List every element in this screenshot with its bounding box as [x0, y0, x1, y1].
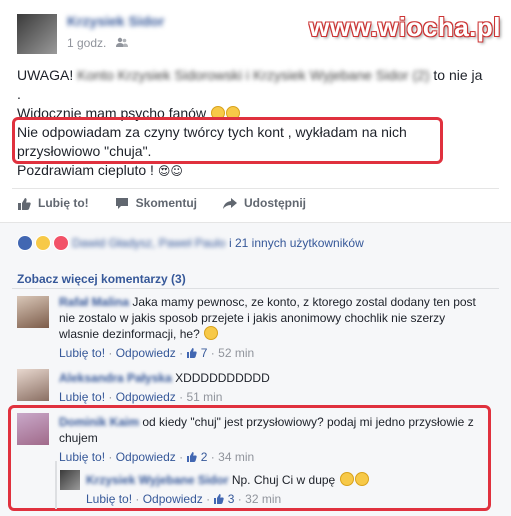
share-button-label: Udostępnij: [244, 196, 306, 210]
comment-avatar[interactable]: [17, 369, 49, 401]
reactor-names[interactable]: Dawid Gładysz, Paweł Paulo: [72, 236, 225, 250]
comment-like-count[interactable]: 2: [201, 450, 208, 464]
comment-body: Dominik Kaim od kiedy "chuj" jest przysł…: [59, 414, 479, 446]
like-reaction-icon: [17, 235, 33, 251]
comment-reply-link[interactable]: Odpowiedz: [116, 390, 176, 404]
thinking-emoji-icon: [204, 326, 219, 340]
comment-meta: Lubię to! · Odpowiedz · 7 · 52 min: [59, 346, 255, 360]
friends-privacy-icon[interactable]: [116, 37, 128, 48]
commenter-name[interactable]: Rafał Malina: [59, 295, 129, 309]
view-more-comments-link[interactable]: Zobacz więcej komentarzy (3): [17, 272, 186, 286]
share-arrow-icon: [223, 197, 237, 209]
share-button[interactable]: Udostępnij: [223, 196, 306, 210]
post-line-1-end: to nie ja: [433, 67, 483, 83]
reactions-summary[interactable]: Dawid Gładysz, Paweł Paulo i 21 innych u…: [0, 222, 511, 260]
comment-text: XDDDDDDDDDD: [175, 371, 270, 385]
comment-reply-link[interactable]: Odpowiedz: [116, 346, 176, 360]
comment-bubble-icon: [115, 197, 128, 209]
comment-time[interactable]: 34 min: [218, 450, 254, 464]
facebook-post-card: Krzysiek Sidor 1 godz. www.wiocha.pl UWA…: [0, 0, 511, 516]
comment-time[interactable]: 52 min: [218, 346, 254, 360]
replier-name[interactable]: Krzysiek Wyjebane Sidor: [86, 473, 229, 487]
comment-avatar[interactable]: [17, 413, 49, 445]
comment-like-link[interactable]: Lubię to!: [59, 346, 105, 360]
reply-thread-line: [55, 461, 57, 509]
reactor-others-link[interactable]: i 21 innych użytkowników: [229, 236, 364, 250]
reply-text: Np. Chuj Ci w dupę: [231, 473, 336, 487]
like-count-icon: [187, 452, 198, 462]
reply-like-link[interactable]: Lubię to!: [86, 492, 132, 506]
post-actions: Lubię to! Skomentuj Udostępnij: [17, 196, 332, 210]
comment-button-label: Skomentuj: [135, 196, 197, 210]
reply-meta: Lubię to! · Odpowiedz · 3 · 32 min: [86, 492, 282, 506]
haha-reaction-icon: [35, 235, 51, 251]
like-button[interactable]: Lubię to!: [17, 196, 89, 210]
divider: [12, 288, 499, 289]
commenter-name[interactable]: Aleksandra Pałyska: [59, 371, 172, 385]
comment-like-link[interactable]: Lubię to!: [59, 390, 105, 404]
wink-emoji-icon: [354, 472, 369, 486]
comment-like-count[interactable]: 7: [201, 346, 208, 360]
post-line-1-start: UWAGA!: [17, 67, 74, 83]
comment-time[interactable]: 51 min: [186, 390, 222, 404]
post-timestamp[interactable]: 1 godz.: [67, 36, 106, 50]
comment-button[interactable]: Skomentuj: [115, 196, 197, 210]
post-line-2: .: [17, 86, 21, 102]
comment-body: Aleksandra Pałyska XDDDDDDDDDD: [59, 370, 479, 386]
comment-reply-link[interactable]: Odpowiedz: [116, 450, 176, 464]
grinning-sweat-emoji-icon: [339, 472, 354, 486]
reply-like-count[interactable]: 3: [228, 492, 235, 506]
reply-time[interactable]: 32 min: [245, 492, 281, 506]
comment-meta: Lubię to! · Odpowiedz · 51 min: [59, 390, 223, 404]
comment-meta: Lubię to! · Odpowiedz · 2 · 34 min: [59, 450, 255, 464]
comment-body: Rafał Malina Jaka mamy pewnosc, ze konto…: [59, 294, 479, 342]
reply-avatar[interactable]: [60, 470, 80, 490]
watermark-logo: www.wiocha.pl: [309, 12, 501, 42]
divider: [12, 188, 499, 189]
thumbs-up-icon: [18, 197, 31, 210]
reply-reply-link[interactable]: Odpowiedz: [143, 492, 203, 506]
love-reaction-icon: [53, 235, 69, 251]
post-line-1-blurred: Konto Krzysiek Sidorowski i Krzysiek Wyj…: [77, 67, 430, 83]
comment-avatar[interactable]: [17, 296, 49, 328]
post-line-6: Pozdrawiam ciepluto !: [17, 162, 154, 178]
commenter-name[interactable]: Dominik Kaim: [59, 415, 139, 429]
comment-like-link[interactable]: Lubię to!: [59, 450, 105, 464]
like-button-label: Lubię to!: [38, 196, 89, 210]
like-count-icon: [187, 348, 198, 358]
highlight-box-post: [12, 117, 443, 164]
like-count-icon: [214, 494, 225, 504]
author-name[interactable]: Krzysiek Sidor: [67, 13, 164, 29]
post-line-6-emoji: 😍☺: [157, 164, 183, 178]
reaction-icons: [17, 235, 71, 251]
reply-body: Krzysiek Wyjebane Sidor Np. Chuj Ci w du…: [86, 472, 486, 488]
author-avatar[interactable]: [17, 14, 57, 54]
